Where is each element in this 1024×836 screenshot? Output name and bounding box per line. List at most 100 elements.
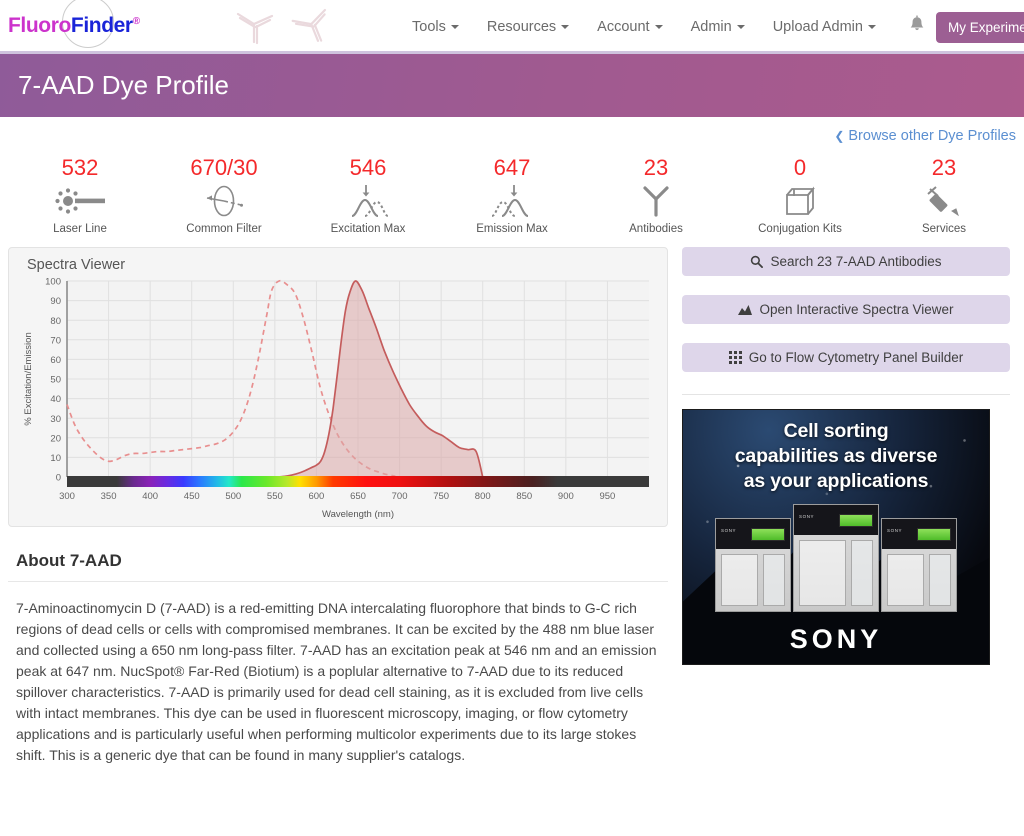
search-antibodies-button[interactable]: Search 23 7-AAD Antibodies (682, 247, 1010, 276)
svg-text:% Excitation/Emission: % Excitation/Emission (23, 332, 34, 425)
nav-item-upload-admin[interactable]: Upload Admin (759, 19, 890, 35)
stat-conjugation-kits[interactable]: 0 Conjugation Kits (728, 155, 872, 239)
machine-window (887, 554, 924, 606)
nav-item-resources[interactable]: Resources (473, 19, 583, 35)
antibody-watermark-icon (228, 4, 338, 50)
svg-text:650: 650 (350, 491, 366, 502)
chevron-left-icon: ❮ (834, 129, 844, 143)
bell-icon (908, 15, 926, 35)
stat-services[interactable]: 23 Services (872, 155, 1016, 239)
syringe-icon (872, 183, 1016, 219)
stat-emission-max-label: Emission Max (440, 223, 584, 235)
svg-text:450: 450 (184, 491, 200, 502)
spectra-chart[interactable]: 0102030405060708090100% Excitation/Emiss… (19, 275, 657, 521)
nav-item-account[interactable]: Account (583, 19, 676, 35)
svg-text:800: 800 (475, 491, 491, 502)
stat-emission-max-value: 647 (440, 155, 584, 181)
chevron-down-icon (561, 25, 569, 29)
svg-text:900: 900 (558, 491, 574, 502)
chevron-down-icon (451, 25, 459, 29)
ad-machine-right: SONY (881, 518, 957, 612)
search-icon (750, 255, 763, 268)
svg-text:600: 600 (308, 491, 324, 502)
nav-item-admin[interactable]: Admin (677, 19, 759, 35)
notifications-button[interactable] (908, 15, 926, 40)
stat-excitation-max[interactable]: 546 Excitation Max (296, 155, 440, 239)
ad-machine-left: SONY (715, 518, 791, 612)
stat-excitation-max-label: Excitation Max (296, 223, 440, 235)
chevron-down-icon (737, 25, 745, 29)
chart-area-icon (738, 304, 752, 316)
nav-item-admin-label: Admin (691, 19, 732, 35)
nav-item-resources-label: Resources (487, 19, 556, 35)
svg-text:350: 350 (101, 491, 117, 502)
browse-other-dye-profiles-link[interactable]: ❮Browse other Dye Profiles (834, 128, 1016, 144)
stat-antibodies-label: Antibodies (584, 223, 728, 235)
page-title: 7-AAD Dye Profile (18, 70, 229, 101)
machine-brand-label: SONY (887, 528, 902, 533)
logo-fluoro-text: Fluoro (8, 14, 71, 37)
stat-services-label: Services (872, 223, 1016, 235)
svg-text:80: 80 (50, 316, 61, 327)
svg-text:950: 950 (599, 491, 615, 502)
stat-laser-line-label: Laser Line (8, 223, 152, 235)
stat-common-filter[interactable]: 670/30 Common Filter (152, 155, 296, 239)
kit-box-icon (728, 183, 872, 219)
top-navigation-bar: FluoroFinder® Tools Resources Account Ad… (0, 0, 1024, 54)
nav-menu: Tools Resources Account Admin Upload Adm… (398, 0, 1024, 54)
my-experiments-label: My Experiments (948, 20, 1024, 35)
svg-text:10: 10 (50, 453, 61, 464)
ad-machines: SONY SONY (683, 500, 989, 612)
svg-text:500: 500 (225, 491, 241, 502)
svg-text:20: 20 (50, 433, 61, 444)
open-spectra-viewer-button[interactable]: Open Interactive Spectra Viewer (682, 295, 1010, 324)
machine-top-panel: SONY (794, 505, 878, 535)
svg-text:30: 30 (50, 414, 61, 425)
svg-text:60: 60 (50, 355, 61, 366)
logo-finder-text: Finder (71, 14, 133, 37)
svg-text:90: 90 (50, 296, 61, 307)
svg-text:700: 700 (392, 491, 408, 502)
machine-display (839, 514, 873, 527)
ad-brand-logo: SONY (683, 624, 989, 655)
machine-body (882, 549, 956, 611)
svg-text:100: 100 (45, 277, 61, 288)
machine-brand-label: SONY (721, 528, 736, 533)
stat-antibodies[interactable]: 23 Antibodies (584, 155, 728, 239)
nav-item-upload-admin-label: Upload Admin (773, 19, 863, 35)
panel-builder-button[interactable]: Go to Flow Cytometry Panel Builder (682, 343, 1010, 372)
page-title-banner: 7-AAD Dye Profile (0, 54, 1024, 117)
machine-sample-slot (851, 540, 873, 606)
chevron-down-icon (868, 25, 876, 29)
stat-excitation-max-value: 546 (296, 155, 440, 181)
open-spectra-viewer-label: Open Interactive Spectra Viewer (759, 302, 953, 317)
stat-conjugation-kits-value: 0 (728, 155, 872, 181)
svg-text:550: 550 (267, 491, 283, 502)
excitation-peak-icon (296, 183, 440, 219)
svg-text:50: 50 (50, 375, 61, 386)
right-column: Search 23 7-AAD Antibodies Open Interact… (682, 247, 1010, 766)
svg-text:300: 300 (59, 491, 75, 502)
stat-emission-max[interactable]: 647 Emission Max (440, 155, 584, 239)
machine-body (794, 535, 878, 611)
sponsor-advertisement[interactable]: Cell sorting capabilities as diverse as … (682, 409, 990, 665)
site-logo[interactable]: FluoroFinder® (8, 0, 138, 53)
chevron-down-icon (655, 25, 663, 29)
dye-stats-row: 532 Laser Line 670/30 (0, 155, 1024, 247)
nav-item-tools[interactable]: Tools (398, 19, 473, 35)
grid-icon (729, 351, 742, 364)
svg-text:750: 750 (433, 491, 449, 502)
ad-headline-line3: as your applications (683, 469, 989, 494)
logo-text: FluoroFinder® (8, 14, 140, 38)
ad-headline-line2: capabilities as diverse (683, 444, 989, 469)
nav-item-account-label: Account (597, 19, 649, 35)
machine-window (799, 540, 846, 606)
my-experiments-button[interactable]: My Experiments (936, 12, 1024, 43)
spectra-chart-svg: 0102030405060708090100% Excitation/Emiss… (19, 275, 657, 521)
machine-display (917, 528, 951, 541)
logo-registered-mark: ® (133, 16, 140, 27)
filter-icon (152, 183, 296, 219)
antibody-icon (584, 183, 728, 219)
stat-laser-line[interactable]: 532 Laser Line (8, 155, 152, 239)
main-content: Spectra Viewer 0102030405060708090100% E… (0, 247, 1024, 766)
